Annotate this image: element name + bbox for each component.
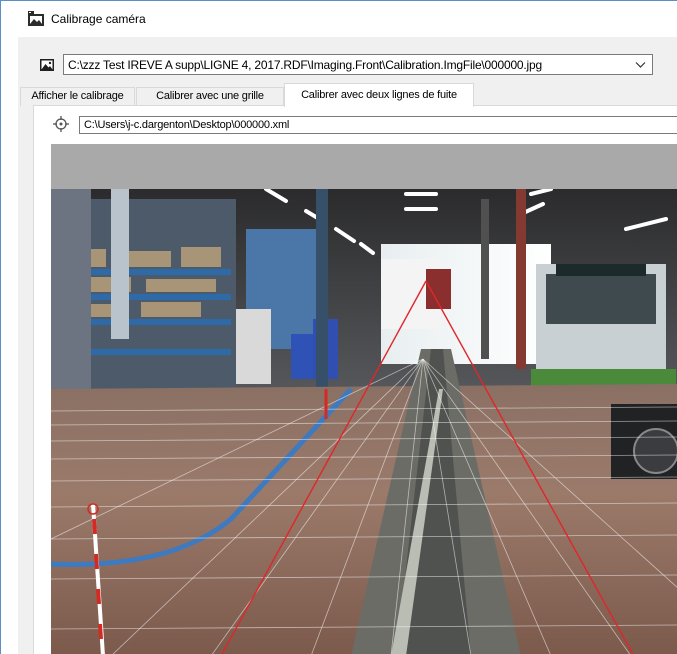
tab-page-lignes-fuite: C:\Users\j-c.dargenton\Desktop\000000.xm… [33,105,677,654]
tab-label: Calibrer avec deux lignes de fuite [301,89,457,101]
calibration-window: Calibrage caméra C:\zzz Test IREVE A sup… [0,0,677,654]
garage-camera-image[interactable] [51,189,677,654]
image-icon [40,59,54,71]
image-path-value: C:\zzz Test IREVE A supp\LIGNE 4, 2017.R… [68,58,542,72]
calibration-file-field[interactable]: C:\Users\j-c.dargenton\Desktop\000000.xm… [79,116,677,134]
tab-calibrer-lignes-fuite[interactable]: Calibrer avec deux lignes de fuite [284,83,474,107]
chevron-down-icon[interactable] [635,59,646,70]
calibration-file-value: C:\Users\j-c.dargenton\Desktop\000000.xm… [84,119,290,131]
camera-calibration-icon [28,11,44,26]
tab-afficher-calibrage[interactable]: Afficher le calibrage [20,87,135,106]
image-viewer[interactable] [51,144,677,654]
title-bar[interactable]: Calibrage caméra [1,1,677,37]
window-title: Calibrage caméra [51,12,146,26]
tab-strip: Afficher le calibrage Calibrer avec une … [18,82,677,107]
tab-label: Afficher le calibrage [31,90,124,102]
tab-calibrer-grille[interactable]: Calibrer avec une grille [136,87,284,106]
target-icon [53,116,69,132]
tab-label: Calibrer avec une grille [156,90,264,102]
client-area: C:\zzz Test IREVE A supp\LIGNE 4, 2017.R… [18,37,677,654]
image-path-combobox[interactable]: C:\zzz Test IREVE A supp\LIGNE 4, 2017.R… [63,54,653,75]
